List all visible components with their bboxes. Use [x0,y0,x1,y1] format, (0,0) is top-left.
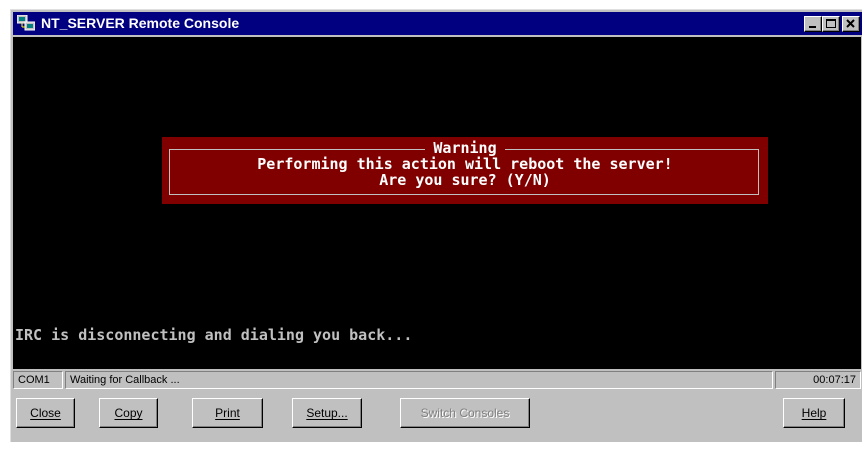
remote-console-window: NT_SERVER Remote Console Warning Perform… [10,9,862,442]
setup-button[interactable]: Setup... [292,398,362,428]
switch-consoles-button-label: Switch Consoles [420,406,510,420]
close-button-label: Close [30,406,61,420]
title-bar[interactable]: NT_SERVER Remote Console [13,12,862,35]
window-title: NT_SERVER Remote Console [41,15,240,31]
console-screen[interactable]: Warning Performing this action will rebo… [13,37,861,439]
print-button[interactable]: Print [192,398,263,428]
status-message: Waiting for Callback ... [65,371,773,389]
warning-dialog: Warning Performing this action will rebo… [162,137,768,204]
copy-button-label: Copy [114,406,143,420]
warning-dialog-title-row: Warning [162,139,768,157]
status-port: COM1 [13,371,63,389]
remote-console-app-icon[interactable] [16,14,36,31]
status-bar: COM1 Waiting for Callback ... 00:07:17 [13,371,861,389]
console-line: IRC is disconnecting and dialing you bac… [15,326,413,344]
close-button[interactable]: Close [16,398,75,428]
status-timer: 00:07:17 [775,371,861,389]
close-icon[interactable] [842,16,860,32]
maximize-icon[interactable] [822,16,840,32]
help-button-label: Help [801,406,827,420]
minimize-icon[interactable] [804,16,822,32]
copy-button[interactable]: Copy [99,398,158,428]
help-button[interactable]: Help [783,398,845,428]
print-button-label: Print [215,406,240,420]
setup-button-label: Setup... [306,406,348,420]
switch-consoles-button[interactable]: Switch Consoles [400,398,530,428]
confirm-prompt: Are you sure? (Y/N) [379,171,551,189]
warning-message: Performing this action will reboot the s… [257,155,673,173]
